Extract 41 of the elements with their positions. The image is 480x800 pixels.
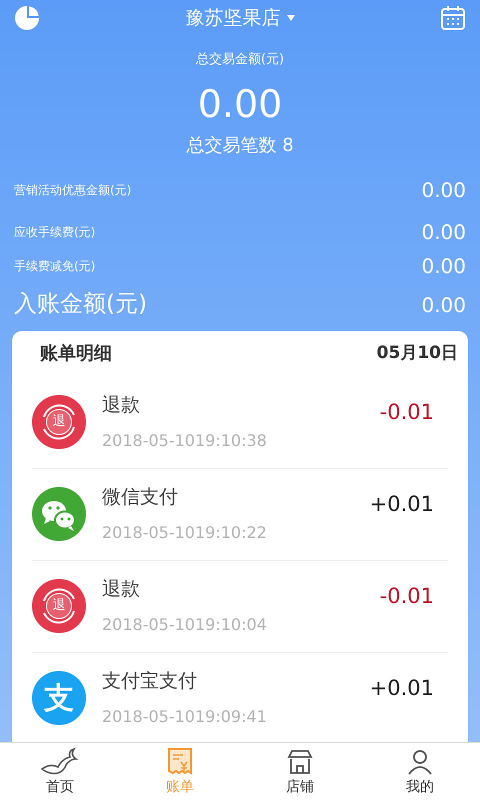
total-amount-label: 总交易金额(元): [196, 51, 284, 69]
transaction-amount: +0.01: [370, 674, 434, 702]
alipay-icon: 支: [32, 671, 86, 725]
dropdown-caret-icon: [286, 15, 294, 21]
detail-value: 0.00: [421, 252, 466, 280]
transaction-time: 2018-05-1019:10:22: [102, 522, 268, 544]
transaction-amount: +0.01: [370, 490, 434, 518]
transaction-time: 2018-05-1019:09:41: [102, 706, 268, 728]
transaction-amount: -0.01: [380, 398, 434, 426]
nav-tab[interactable]: 首页: [0, 743, 120, 800]
nav-tab[interactable]: 店铺: [240, 743, 360, 800]
transaction-amount: -0.01: [380, 582, 434, 610]
transaction-count-value: 8: [282, 134, 294, 158]
detail-value: 0.00: [421, 176, 466, 204]
transaction-title: 退款: [102, 392, 141, 418]
detail-label: 营销活动优惠金额(元): [14, 182, 132, 198]
bill-title: 账单明细: [40, 342, 112, 366]
chat-bubbles-icon: [32, 487, 86, 541]
calendar-icon[interactable]: [440, 5, 466, 31]
detail-label: 手续费减免(元): [14, 258, 96, 274]
transaction-count-label: 总交易笔数: [186, 134, 276, 158]
nav-tab[interactable]: 我的: [360, 743, 480, 800]
transaction-row[interactable]: 退 退款 2018-05-1019:10:04 -0.01: [32, 560, 448, 652]
transaction-title: 微信支付: [102, 484, 179, 510]
refund-icon: 退: [32, 579, 86, 633]
total-amount-value: 0.00: [198, 82, 282, 126]
net-amount-label: 入账金额(元): [14, 290, 147, 320]
net-amount-value: 0.00: [421, 292, 466, 318]
shop-icon: [285, 747, 315, 777]
detail-label: 应收手续费(元): [14, 224, 96, 240]
transaction-title: 退款: [102, 576, 141, 602]
transaction-row[interactable]: 退 退款 2018-05-1019:10:38 -0.01: [32, 376, 448, 468]
pie-chart-icon[interactable]: [14, 5, 40, 31]
transaction-time: 2018-05-1019:10:38: [102, 430, 268, 452]
detail-value: 0.00: [421, 218, 466, 246]
transaction-time: 2018-05-1019:10:04: [102, 614, 268, 636]
transaction-row[interactable]: 微信支付 2018-05-1019:10:22 +0.01: [32, 468, 448, 560]
receipt-icon: [166, 747, 194, 777]
bill-date: 05月10日: [376, 342, 458, 365]
transaction-title: 支付宝支付: [102, 668, 198, 694]
refund-icon: 退: [32, 395, 86, 449]
